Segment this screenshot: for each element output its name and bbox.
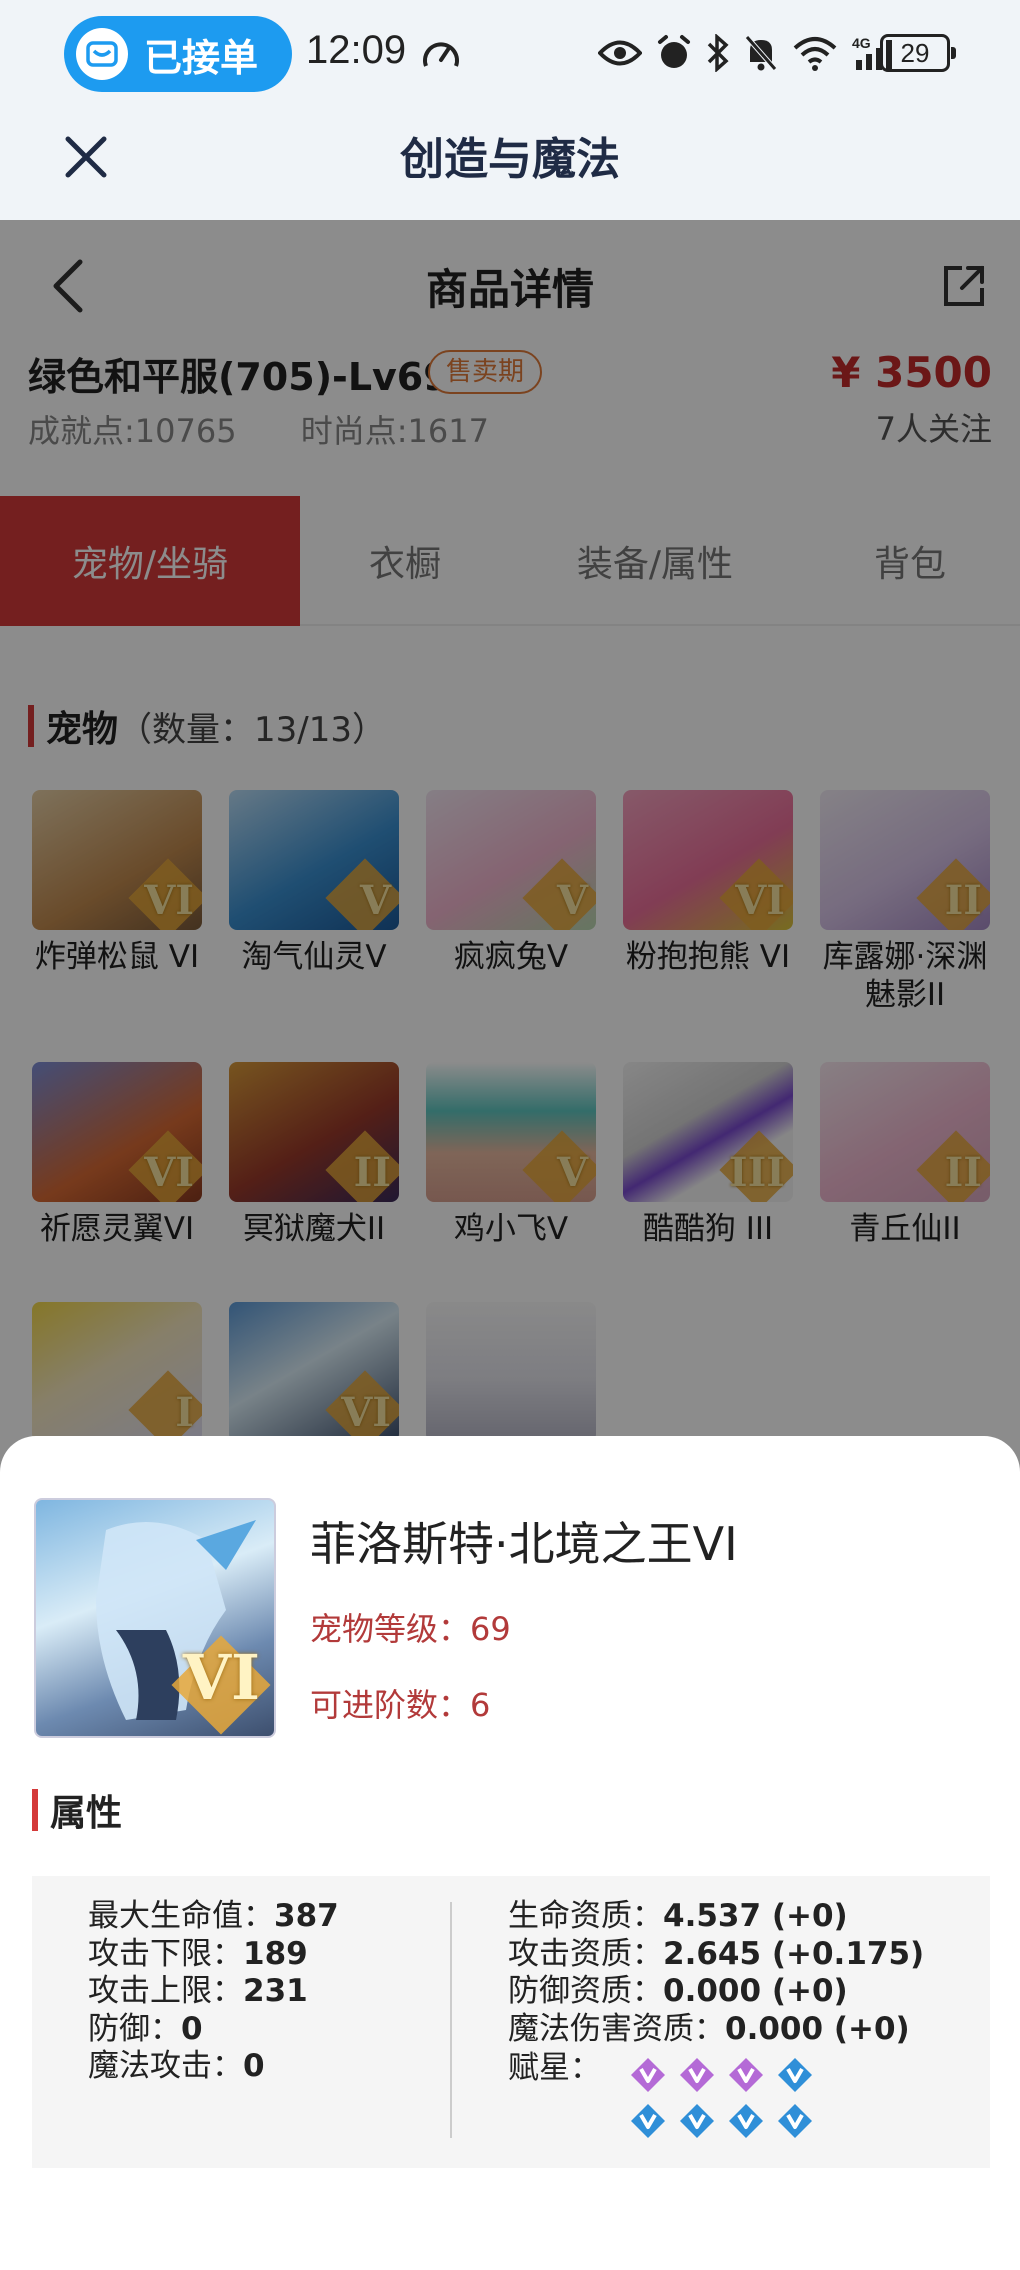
stat-value: 0: [243, 2048, 265, 2084]
stats-divider: [450, 1902, 452, 2138]
status-bar: 已接单 12:09 4G 29: [0, 0, 1020, 105]
blue-star-gem-icon: [778, 2058, 812, 2092]
clock: 12:09: [306, 28, 407, 72]
order-status-label: 已接单: [144, 35, 259, 80]
order-app-icon: [76, 28, 128, 80]
pet-detail-image: VI: [34, 1498, 276, 1738]
pet-detail-name: 菲洛斯特·北境之王VI: [310, 1517, 738, 1571]
blue-star-gem-icon: [729, 2104, 763, 2138]
base-stats: 最大生命值：387 攻击下限：189 攻击上限：231 防御：0 魔法攻击：0: [88, 1898, 339, 2086]
pet-advance: 可进阶数：6: [310, 1680, 490, 1726]
stat-label: 防御：: [88, 2010, 181, 2047]
stat-value: 4.537 (+0): [663, 1898, 848, 1934]
stat-attack-aptitude: 攻击资质：2.645 (+0.175): [508, 1936, 924, 1974]
stars-label: 赋星：: [508, 2050, 601, 2086]
stat-label: 攻击下限：: [88, 1935, 243, 1972]
stat-magic-damage-aptitude: 魔法伤害资质：0.000 (+0): [508, 2011, 924, 2049]
pet-advance-value: 6: [470, 1686, 491, 1724]
stat-value: 231: [243, 1973, 308, 2009]
eye-icon: [598, 40, 642, 66]
order-status-pill[interactable]: 已接单: [64, 16, 292, 92]
section-accent-bar: [32, 1789, 38, 1831]
stat-value: 189: [243, 1935, 308, 1972]
mute-bell-icon: [745, 35, 777, 71]
bluetooth-icon: [707, 34, 729, 72]
svg-text:4G: 4G: [852, 35, 871, 51]
stat-label: 防御资质：: [508, 1973, 663, 2009]
wifi-icon: [793, 37, 837, 71]
purple-star-gem-icon: [631, 2058, 665, 2092]
stat-attack-max: 攻击上限：231: [88, 1973, 339, 2011]
stat-value: 0.000 (+0): [725, 2010, 910, 2047]
stat-label: 攻击上限：: [88, 1973, 243, 2009]
attributes-label: 属性: [50, 1793, 123, 1834]
app-title: 创造与魔法: [400, 134, 620, 185]
star-rating: 赋星：: [508, 2048, 924, 2140]
pet-level-label: 宠物等级：: [310, 1610, 471, 1648]
star-gems: [629, 2056, 818, 2140]
blue-star-gem-icon: [631, 2104, 665, 2138]
battery-indicator: 29: [880, 34, 956, 72]
stat-value: 0: [181, 2010, 203, 2047]
pet-detail-sheet: VI 菲洛斯特·北境之王VI 宠物等级：69 可进阶数：6 属性 最大生命值：3…: [0, 1436, 1020, 2270]
attributes-heading: 属性: [32, 1784, 122, 1836]
pet-level: 宠物等级：69: [310, 1604, 511, 1650]
stat-value: 0.000 (+0): [663, 1973, 848, 2009]
attributes-panel: 最大生命值：387 攻击下限：189 攻击上限：231 防御：0 魔法攻击：0 …: [32, 1876, 990, 2168]
stat-defense: 防御：0: [88, 2011, 339, 2049]
stat-label: 生命资质：: [508, 1898, 663, 1934]
purple-star-gem-icon: [729, 2058, 763, 2092]
stat-label: 魔法攻击：: [88, 2048, 243, 2084]
blue-star-gem-icon: [778, 2104, 812, 2138]
purple-star-gem-icon: [680, 2058, 714, 2092]
pet-advance-label: 可进阶数：: [310, 1686, 471, 1724]
speed-icon: [423, 42, 459, 67]
stat-label: 攻击资质：: [508, 1935, 663, 1972]
stat-label: 最大生命值：: [88, 1898, 274, 1934]
pet-detail-rank: VI: [182, 1641, 260, 1714]
pet-level-value: 69: [470, 1610, 511, 1648]
stat-value: 387: [274, 1898, 339, 1934]
stat-max-hp: 最大生命值：387: [88, 1898, 339, 1936]
blue-star-gem-icon: [680, 2104, 714, 2138]
alarm-icon: [658, 35, 690, 68]
stat-magic-attack: 魔法攻击：0: [88, 2048, 339, 2086]
stat-hp-aptitude: 生命资质：4.537 (+0): [508, 1898, 924, 1936]
stat-label: 魔法伤害资质：: [508, 2010, 725, 2047]
app-bar: 创造与魔法: [0, 105, 1020, 220]
stat-attack-min: 攻击下限：189: [88, 1936, 339, 1974]
stat-defense-aptitude: 防御资质：0.000 (+0): [508, 1973, 924, 2011]
aptitude-stats: 生命资质：4.537 (+0) 攻击资质：2.645 (+0.175) 防御资质…: [508, 1898, 924, 2140]
stat-value: 2.645 (+0.175): [663, 1935, 925, 1972]
